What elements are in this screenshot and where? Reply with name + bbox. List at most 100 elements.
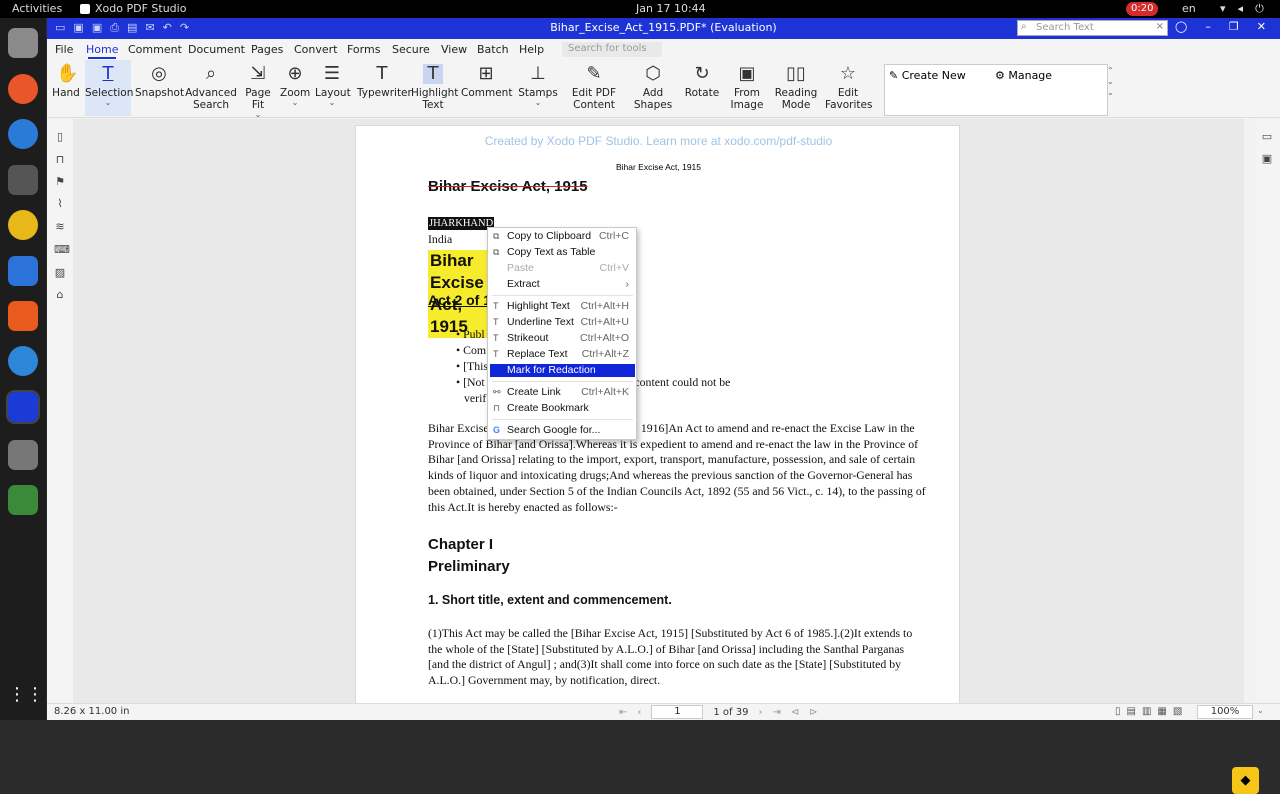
image-icon[interactable]: ▨ bbox=[54, 267, 66, 279]
back-icon[interactable]: ⊲ bbox=[791, 707, 799, 718]
act-number[interactable]: Act 2 of 1915 bbox=[428, 293, 488, 309]
comment-button[interactable]: ⊞ Comment bbox=[461, 60, 512, 100]
highlight-text-item[interactable]: T Highlight Text Ctrl+Alt+H bbox=[490, 300, 635, 313]
gem-icon[interactable]: ◆ bbox=[1232, 767, 1259, 794]
page-number-input[interactable]: 1 bbox=[651, 705, 704, 719]
highlight-text-button[interactable]: T Highlight Text bbox=[411, 60, 458, 112]
restore-icon[interactable]: ❐ bbox=[1229, 20, 1239, 33]
facing-icon[interactable]: ▥ bbox=[1142, 706, 1151, 717]
manage-button[interactable]: ⚙ Manage bbox=[995, 69, 1052, 82]
rotate-button[interactable]: ↻ Rotate bbox=[684, 60, 720, 100]
next-page-icon[interactable]: › bbox=[758, 707, 762, 718]
pdf-page[interactable]: Created by Xodo PDF Studio. Learn more a… bbox=[355, 125, 960, 705]
selection-tool-button[interactable]: T Selection ⌄ bbox=[85, 60, 133, 116]
document-title[interactable]: Bihar Excise Act, 1915 bbox=[428, 179, 588, 195]
zoom-field[interactable]: 100% bbox=[1197, 705, 1253, 719]
menu-convert[interactable]: Convert bbox=[294, 43, 338, 56]
close-window-icon[interactable]: ✕ bbox=[1257, 20, 1266, 33]
comments-panel-icon[interactable]: ▭ bbox=[1261, 131, 1273, 143]
app-menu[interactable]: Xodo PDF Studio bbox=[80, 2, 186, 15]
page-fit-button[interactable]: ⇲ Page Fit ⌄ bbox=[243, 60, 273, 119]
copy-text-as-table-item[interactable]: ⧉ Copy Text as Table bbox=[490, 246, 635, 259]
continuous-icon[interactable]: ▤ bbox=[1127, 706, 1136, 717]
layout-button[interactable]: ☰ Layout ⌄ bbox=[315, 60, 351, 107]
menu-file[interactable]: File bbox=[55, 43, 73, 56]
system-tray[interactable]: ▾ ◂ ⏻ bbox=[1220, 2, 1264, 16]
menu-forms[interactable]: Forms bbox=[347, 43, 380, 56]
typewriter-button[interactable]: T Typewriter bbox=[357, 60, 412, 100]
menu-pages[interactable]: Pages bbox=[251, 43, 283, 56]
stamps-button[interactable]: ⊥ Stamps ⌄ bbox=[517, 60, 559, 107]
help-icon[interactable] bbox=[8, 346, 38, 376]
forward-icon[interactable]: ⊳ bbox=[809, 707, 817, 718]
menu-secure[interactable]: Secure bbox=[392, 43, 430, 56]
search-google-item[interactable]: G Search Google for... bbox=[490, 424, 635, 437]
close-icon[interactable]: × bbox=[1156, 21, 1164, 32]
thunderbird-icon[interactable] bbox=[8, 119, 38, 149]
pages-icon[interactable]: ▯ bbox=[54, 131, 66, 143]
hand-tool-button[interactable]: ✋ Hand bbox=[51, 60, 81, 100]
create-new-button[interactable]: ✎ Create New bbox=[889, 69, 966, 82]
list-item[interactable]: • Com bbox=[456, 343, 486, 359]
menu-document[interactable]: Document bbox=[188, 43, 245, 56]
account-icon[interactable]: ◯ bbox=[1175, 20, 1187, 33]
edit-pdf-content-button[interactable]: ✎ Edit PDF Content bbox=[569, 60, 619, 112]
xodo-icon[interactable] bbox=[6, 390, 40, 424]
layers-icon[interactable]: ≋ bbox=[54, 221, 66, 233]
document-area[interactable]: Created by Xodo PDF Studio. Learn more a… bbox=[73, 119, 1277, 794]
paste-item[interactable]: Paste Ctrl+V bbox=[490, 262, 635, 275]
strikeout-item[interactable]: T Strikeout Ctrl+Alt+O bbox=[490, 332, 635, 345]
menu-view[interactable]: View bbox=[441, 43, 467, 56]
flag-icon[interactable]: ⚑ bbox=[54, 176, 66, 188]
writer-icon[interactable] bbox=[8, 256, 38, 286]
from-image-button[interactable]: ▣ From Image bbox=[725, 60, 769, 112]
create-bookmark-item[interactable]: ⊓ Create Bookmark bbox=[490, 402, 635, 415]
tag-icon[interactable]: ⌂ bbox=[54, 289, 66, 301]
chapter-heading[interactable]: Chapter I Preliminary bbox=[428, 534, 510, 578]
language-indicator[interactable]: en bbox=[1182, 2, 1196, 15]
tool-search-input[interactable]: Search for tools ... bbox=[562, 42, 662, 65]
single-page-icon[interactable]: ▯ bbox=[1115, 706, 1121, 717]
section-paragraph[interactable]: (1)This Act may be called the [Bihar Exc… bbox=[428, 626, 928, 689]
first-page-icon[interactable]: ⇤ bbox=[619, 707, 627, 718]
minimize-icon[interactable]: – bbox=[1205, 20, 1211, 33]
bookmarks-icon[interactable]: ⊓ bbox=[54, 154, 66, 166]
firefox-icon[interactable] bbox=[8, 74, 38, 104]
copy-to-clipboard-item[interactable]: ⧉ Copy to Clipboard Ctrl+C bbox=[490, 230, 635, 243]
snapshot-button[interactable]: ◎ Snapshot bbox=[135, 60, 184, 100]
menu-help[interactable]: Help bbox=[519, 43, 544, 56]
search-text-input[interactable]: ⌕ Search Text × bbox=[1017, 20, 1168, 36]
show-apps-icon[interactable]: ⋮⋮ bbox=[8, 680, 44, 710]
signature-icon[interactable]: ⌨ bbox=[54, 244, 70, 256]
ssd-drive-icon[interactable] bbox=[8, 440, 38, 470]
underline-text-item[interactable]: T Underline Text Ctrl+Alt+U bbox=[490, 316, 635, 329]
cover-icon[interactable]: ▧ bbox=[1173, 706, 1182, 717]
mark-for-redaction-item[interactable]: Mark for Redaction bbox=[490, 364, 635, 377]
facing-continuous-icon[interactable]: ▦ bbox=[1157, 706, 1166, 717]
section-heading[interactable]: 1. Short title, extent and commencement. bbox=[428, 593, 672, 609]
recording-indicator[interactable]: 0:20 bbox=[1126, 2, 1159, 16]
activities-button[interactable]: Activities bbox=[12, 2, 62, 15]
review-panel-icon[interactable]: ▣ bbox=[1261, 153, 1273, 165]
selected-text[interactable]: JHARKHAND bbox=[428, 217, 495, 230]
add-shapes-button[interactable]: ⬡ Add Shapes bbox=[629, 60, 677, 112]
attachment-icon[interactable]: ⌇ bbox=[54, 198, 66, 210]
zoom-button[interactable]: ⊕ Zoom ⌄ bbox=[280, 60, 310, 107]
dock-app-icon[interactable] bbox=[8, 28, 38, 58]
menu-comment[interactable]: Comment bbox=[128, 43, 182, 56]
favorites-scroll[interactable]: ⌃ ⌄ ⌄ bbox=[1107, 65, 1115, 98]
trash-icon[interactable] bbox=[8, 485, 38, 515]
rhythmbox-icon[interactable] bbox=[8, 210, 38, 240]
advanced-search-button[interactable]: ⌕ Advanced Search bbox=[185, 60, 237, 112]
files-icon[interactable] bbox=[8, 165, 38, 195]
list-item[interactable]: verif bbox=[464, 391, 486, 407]
chevron-down-icon[interactable]: ⌄ bbox=[1257, 706, 1264, 715]
software-icon[interactable] bbox=[8, 301, 38, 331]
list-item[interactable]: • Publ bbox=[456, 327, 485, 343]
menu-batch[interactable]: Batch bbox=[477, 43, 509, 56]
extract-item[interactable]: Extract › bbox=[490, 278, 635, 291]
menu-home[interactable]: Home bbox=[86, 43, 118, 56]
last-page-icon[interactable]: ⇥ bbox=[772, 707, 780, 718]
clock[interactable]: Jan 17 10:44 bbox=[636, 2, 706, 15]
replace-text-item[interactable]: T Replace Text Ctrl+Alt+Z bbox=[490, 348, 635, 361]
